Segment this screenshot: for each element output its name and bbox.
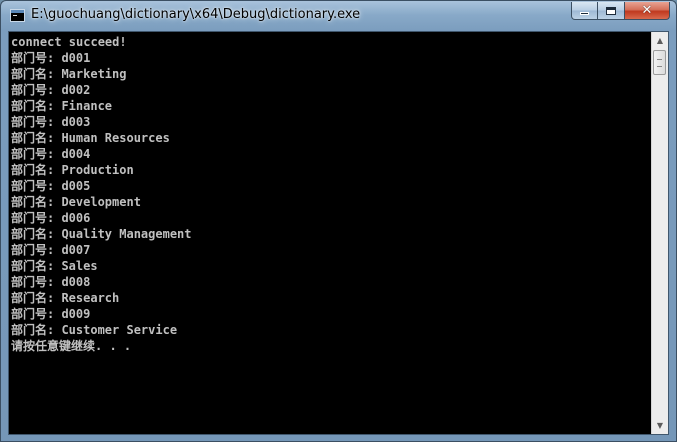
window-controls: ✕: [571, 2, 670, 21]
scroll-up-button[interactable]: ▲: [652, 32, 668, 49]
scroll-down-button[interactable]: ▼: [652, 417, 668, 434]
console-line: 部门号: d009: [11, 307, 91, 321]
console-line: 部门号: d007: [11, 243, 91, 257]
arrow-up-icon: ▲: [656, 36, 664, 45]
console-line: 部门号: d004: [11, 147, 91, 161]
console-client-area: connect succeed! 部门号: d001 部门名: Marketing 部…: [8, 31, 669, 435]
maximize-icon: [606, 6, 616, 15]
console-line: 部门号: d002: [11, 83, 91, 97]
console-line: 部门名: Human Resources: [11, 131, 170, 145]
console-line: 部门号: d005: [11, 179, 91, 193]
window-title: E:\guochuang\dictionary\x64\Debug\dictio…: [31, 7, 361, 22]
console-line: 请按任意键继续. . .: [11, 339, 132, 353]
arrow-down-icon: ▼: [656, 421, 664, 430]
console-line: 部门名: Marketing: [11, 67, 127, 81]
vertical-scrollbar[interactable]: ▲ ▼: [651, 32, 668, 434]
minimize-button[interactable]: [571, 2, 598, 20]
console-app-icon[interactable]: [10, 9, 25, 22]
console-line: 部门号: d001: [11, 51, 91, 65]
console-window: E:\guochuang\dictionary\x64\Debug\dictio…: [0, 0, 677, 442]
console-line: 部门名: Finance: [11, 99, 113, 113]
console-line: 部门名: Customer Service: [11, 323, 178, 337]
console-line: 部门号: d003: [11, 115, 91, 129]
console-line: 部门名: Quality Management: [11, 227, 192, 241]
console-line: 部门名: Development: [11, 195, 141, 209]
minimize-icon: [580, 12, 589, 15]
console-line: connect succeed!: [11, 35, 127, 49]
scrollbar-thumb[interactable]: [653, 50, 666, 75]
console-line: 部门名: Research: [11, 291, 120, 305]
console-line: 部门名: Production: [11, 163, 134, 177]
close-button[interactable]: ✕: [625, 2, 670, 20]
console-line: 部门名: Sales: [11, 259, 98, 273]
console-output[interactable]: connect succeed! 部门号: d001 部门名: Marketing 部…: [9, 32, 652, 434]
console-line: 部门号: d008: [11, 275, 91, 289]
console-line: 部门号: d006: [11, 211, 91, 225]
maximize-button[interactable]: [598, 2, 625, 20]
close-icon: ✕: [641, 3, 653, 18]
title-bar[interactable]: E:\guochuang\dictionary\x64\Debug\dictio…: [1, 1, 676, 31]
